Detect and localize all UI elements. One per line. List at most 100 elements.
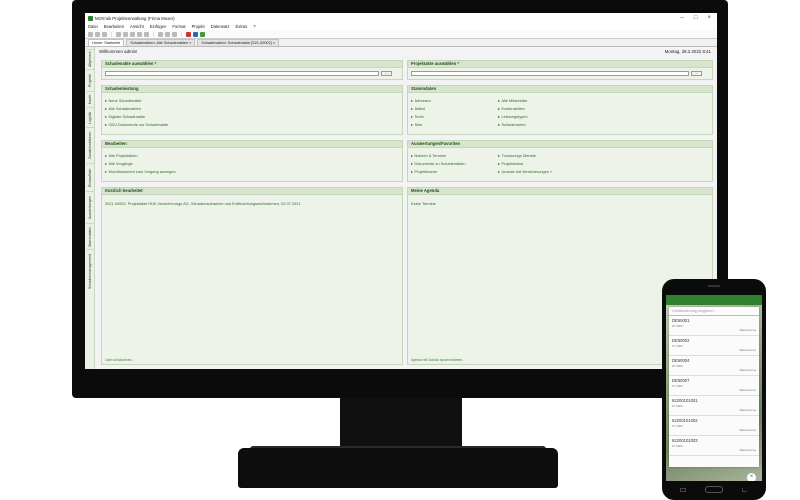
sidebar-item-einkaufliste[interactable]: Einkaufliste [86, 163, 94, 191]
panel-auswertungen: Auswertungen/Favoriten ▸ Notizen & Termin… [407, 140, 713, 182]
red-flag-icon[interactable] [186, 31, 191, 37]
list-item[interactable]: 62200101003 KT 0000 Wartetermine [669, 436, 759, 456]
smartphone: Geräteleimung eingeben... DE50001 KT 0000… [662, 279, 766, 500]
sidebar-item-zusatzfunktionen[interactable]: Zusatzfunktionen [86, 127, 94, 163]
item-sub: KT 0000 [672, 344, 683, 348]
recent-item[interactable]: 2021.00002: Projektakte HUK Versicherung… [105, 201, 301, 206]
link-alle-vorgaenge[interactable]: ▸ Alle Vorgänge [105, 161, 133, 166]
panel-bearbeiten: Bearbeiten ▸ Alle Projektakten ▸ Alle Vorg… [101, 140, 403, 182]
list-item[interactable]: 62200101001 KT 0000 Wartetermine [669, 396, 759, 416]
redo-icon[interactable] [123, 31, 128, 37]
minimize-button[interactable]: – [681, 15, 684, 21]
link-alle-mitarbeiter[interactable]: ▸ Alle Mitarbeiter [498, 98, 527, 103]
up-icon[interactable] [137, 31, 142, 37]
menu-datensatz[interactable]: Datensatz [211, 24, 230, 29]
recent-apps-icon[interactable] [680, 488, 686, 492]
panel-title: Projektakte auswählen * [408, 61, 712, 68]
maximize-button[interactable]: □ [694, 15, 698, 21]
link-gdv-dokumente[interactable]: ▸ GDV-Dokumente zur Schadenakte [105, 122, 168, 127]
link-label: Schadenarten [501, 122, 526, 127]
close-button[interactable]: × [707, 15, 711, 21]
list-item[interactable]: DE50002 KT 0000 Wartetermine [669, 336, 759, 356]
list-item[interactable]: DE50007 KT 0000 Wartetermine [669, 376, 759, 396]
sidebar-item-schadenmanagement[interactable]: Schadenmanagement [86, 249, 94, 293]
link-label: Artikel [414, 106, 426, 111]
item-sub: KT 0000 [672, 384, 683, 388]
list-item[interactable]: DE50004 KT 0000 Wartetermine [669, 356, 759, 376]
schadenakte-dropdown[interactable] [105, 71, 379, 76]
projektakte-dropdown[interactable] [411, 71, 689, 76]
undo-icon[interactable] [116, 31, 121, 37]
panel-kuerzlich-bearbeitet: Kürzlich bearbeitet 2021.00002: Projekta… [101, 187, 403, 365]
link-dokumente-schadenakten[interactable]: ▸ Dokumente zu Schadenakten [411, 161, 466, 166]
link-alle-schadenakten[interactable]: ▸ Alle Schadenakten [105, 106, 141, 111]
link-adressen[interactable]: ▸ Adressen [411, 98, 431, 103]
sidebar-item-stammdaten[interactable]: Stammdaten [86, 223, 94, 249]
item-id: 62200101001 [672, 398, 698, 403]
tab-schadenakte-s21[interactable]: Schadenakten: Schadenakte [S21-00002] × [197, 39, 279, 46]
menu-einfuegen[interactable]: Einfügen [150, 24, 167, 29]
link-kostenstellen[interactable]: ▸ Kostenstellen [498, 106, 525, 111]
window-title: MOS'aik Projektverwaltung (Firma Muser) [95, 15, 175, 21]
panel-title: Bearbeiten [102, 141, 402, 148]
link-projektstand[interactable]: ▸ Projektstand [498, 161, 523, 166]
blue-person-icon[interactable] [193, 31, 198, 37]
open-icon[interactable] [95, 31, 100, 37]
close-icon[interactable]: × [747, 473, 756, 481]
new-icon[interactable] [88, 31, 93, 37]
link-label: GDV-Dokumente zur Schadenakte [108, 122, 169, 127]
link-label: Leistungstypen [501, 114, 528, 119]
menu-format[interactable]: Format [172, 24, 185, 29]
link-notizen-termine[interactable]: ▸ Notizen & Termine [411, 153, 446, 158]
link-leistungstypen[interactable]: ▸ Leistungstypen [498, 114, 528, 119]
reset-list-link[interactable]: Liste zurücksetzen... [105, 358, 134, 362]
menu-extras[interactable]: Extras [235, 24, 247, 29]
phone-search-input[interactable]: Geräteleimung eingeben... [669, 307, 759, 316]
link-label: Alle Projektakten [108, 153, 138, 158]
menu-ansicht[interactable]: Ansicht [130, 24, 144, 29]
copy-icon[interactable] [165, 31, 170, 37]
link-neue-schadenakte[interactable]: ▸ Neue Schadenakte [105, 98, 142, 103]
link-worddokument[interactable]: ▸ Worddokument zum Vorgang anzeigen [105, 169, 176, 174]
link-texte[interactable]: ▸ Texte [411, 114, 424, 119]
back-icon[interactable] [742, 488, 747, 492]
sidebar-item-projekte[interactable]: Projekte [86, 69, 94, 91]
item-status: Wartetermine [739, 408, 756, 412]
panel-schadenakte-select: Schadenakte auswählen * ... [101, 60, 403, 80]
tab-alle-schadenakten[interactable]: Schadenakten: Alle Schadenakten × [126, 39, 196, 46]
paste-icon[interactable] [172, 31, 177, 37]
tab-home[interactable]: Home: Startseite [88, 39, 125, 46]
link-projektbuche[interactable]: ▸ Projektbuche [411, 169, 437, 174]
link-digitale-schadenakte[interactable]: ▸ Digitale Schadenakte [105, 114, 145, 119]
link-label: Neue Schadenakte [108, 98, 142, 103]
sidebar-item-kaufe[interactable]: Kaufe [86, 91, 94, 107]
link-label: Umsatz mit Versicherungen » [501, 169, 553, 174]
menu-projekt[interactable]: Projekt [192, 24, 205, 29]
link-umsatz-versicherungen[interactable]: ▸ Umsatz mit Versicherungen » [498, 169, 552, 174]
link-trocknungs-dienste[interactable]: ▸ Trocknungs Dienste [498, 153, 536, 158]
link-artikel[interactable]: ▸ Artikel [411, 106, 425, 111]
menu-help[interactable]: ? [253, 24, 255, 29]
list-item[interactable]: DE50001 KT 0000 Wartetermine [669, 316, 759, 336]
link-sets[interactable]: ▸ Sets [411, 122, 422, 127]
projektakte-browse-button[interactable]: ... [691, 71, 702, 76]
sidebar-item-auswertungen[interactable]: Auswertungen [86, 191, 94, 223]
down-icon[interactable] [144, 31, 149, 37]
refresh-icon[interactable] [130, 31, 135, 37]
date-time: Montag, 28.2.2022 8:41 [664, 49, 711, 54]
menu-bearbeiten[interactable]: Bearbeiten [104, 24, 124, 29]
sidebar-item-allgemein[interactable]: Allgemein [86, 49, 94, 69]
link-schadenarten[interactable]: ▸ Schadenarten [498, 122, 526, 127]
schadenakte-browse-button[interactable]: ... [381, 71, 392, 76]
outlook-sync-link[interactable]: Agenda mit Outlook synchronisieren... [411, 358, 465, 362]
print-icon[interactable] [158, 31, 163, 37]
home-button[interactable] [705, 486, 723, 493]
item-id: 62200101002 [672, 418, 698, 423]
panel-title: Meine Agenda [408, 188, 712, 195]
list-item[interactable]: 62200101002 KT 0000 Wartetermine [669, 416, 759, 436]
save-icon[interactable] [102, 31, 107, 37]
menu-datei[interactable]: Datei [88, 24, 98, 29]
green-person-icon[interactable] [200, 31, 205, 37]
sidebar-item-logistik[interactable]: Logistik [86, 107, 94, 127]
link-alle-projektakten[interactable]: ▸ Alle Projektakten [105, 153, 138, 158]
